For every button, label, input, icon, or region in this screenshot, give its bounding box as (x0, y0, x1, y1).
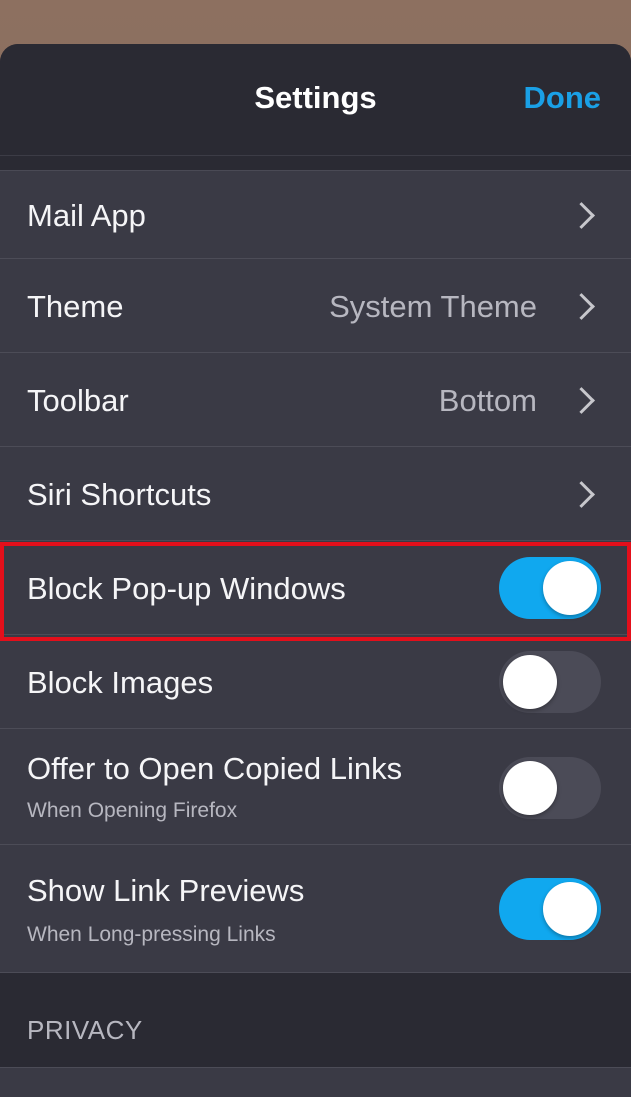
chevron-right-icon (568, 481, 595, 508)
row-offer-open-copied-links: Offer to Open Copied Links When Opening … (0, 729, 631, 845)
row-label: Offer to Open Copied Links (27, 751, 403, 786)
row-show-link-previews: Show Link Previews When Long-pressing Li… (0, 845, 631, 973)
chevron-right-icon (568, 387, 595, 414)
row-block-popup-windows: Block Pop-up Windows (0, 541, 631, 635)
row-label: Theme (27, 289, 124, 324)
row-siri-shortcuts[interactable]: Siri Shortcuts (0, 447, 631, 541)
privacy-section-gap: PRIVACY (0, 973, 631, 1067)
row-toolbar[interactable]: Toolbar Bottom (0, 353, 631, 447)
row-label: Block Images (27, 665, 214, 700)
offer-copied-links-toggle[interactable] (499, 757, 601, 819)
chevron-right-icon (568, 202, 595, 229)
row-sublabel: When Opening Firefox (27, 799, 238, 822)
section-header-privacy: PRIVACY (27, 1015, 143, 1045)
toggle-knob (503, 761, 557, 815)
block-popup-toggle[interactable] (499, 557, 601, 619)
nav-divider (0, 155, 631, 156)
toggle-knob (503, 655, 557, 709)
chevron-right-icon (568, 293, 595, 320)
settings-list: Mail App Theme System Theme Toolbar Bott… (0, 171, 631, 973)
row-label: Siri Shortcuts (27, 477, 212, 512)
row-value: Bottom (438, 383, 537, 418)
toggle-knob (543, 561, 597, 615)
row-value: System Theme (329, 289, 537, 324)
show-link-previews-toggle[interactable] (499, 878, 601, 940)
list-top-spacer (0, 156, 631, 171)
row-theme[interactable]: Theme System Theme (0, 259, 631, 353)
row-label: Mail App (27, 198, 146, 233)
navigation-bar: Settings Done (0, 44, 631, 156)
row-block-images: Block Images (0, 635, 631, 729)
row-label: Toolbar (27, 383, 129, 418)
done-button[interactable]: Done (524, 80, 602, 116)
settings-sheet: Settings Done Mail App Theme System Them… (0, 44, 631, 1097)
row-label: Show Link Previews (27, 873, 305, 908)
block-images-toggle[interactable] (499, 651, 601, 713)
toggle-knob (543, 882, 597, 936)
row-label: Block Pop-up Windows (27, 571, 346, 606)
row-mail-app[interactable]: Mail App (0, 171, 631, 259)
row-sublabel: When Long-pressing Links (27, 923, 276, 946)
privacy-first-row[interactable] (0, 1067, 631, 1097)
